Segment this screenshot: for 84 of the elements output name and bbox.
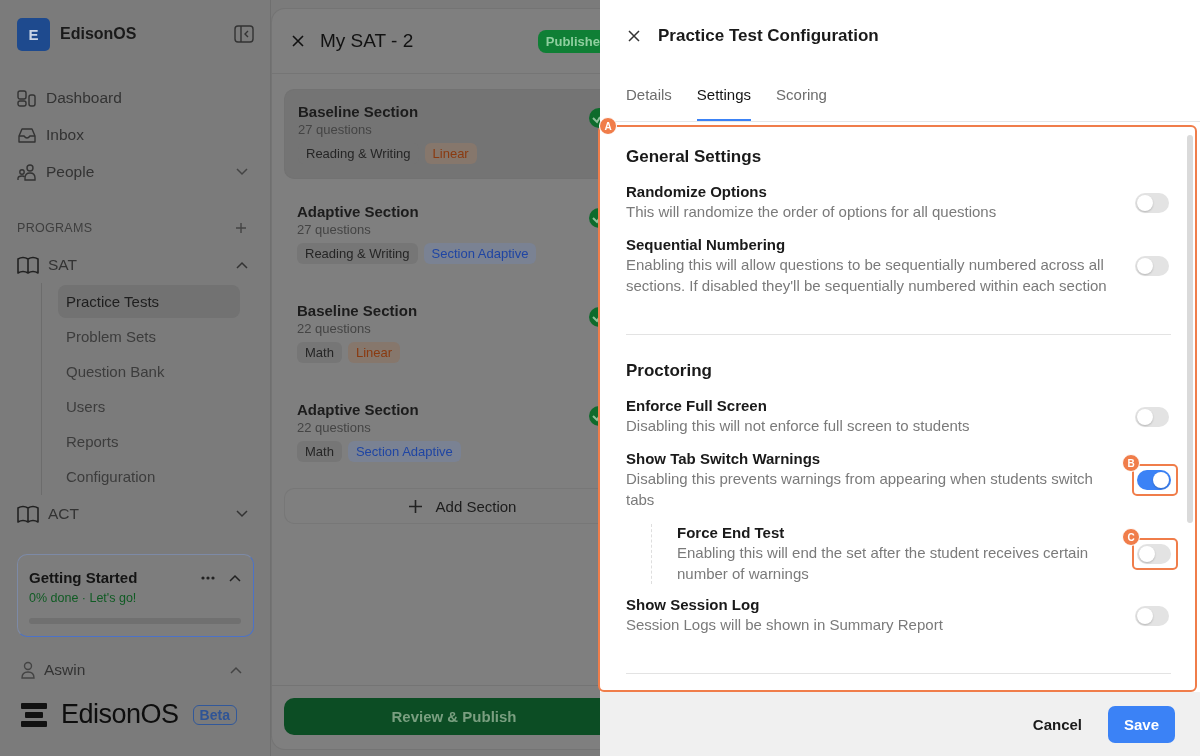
brand-wordmark: EdisonOS [61, 699, 179, 730]
program-item[interactable]: ACT [48, 504, 79, 523]
setting-description: Enabling this will end the set after the student receives certain number of warnings [677, 543, 1090, 584]
plus-icon[interactable] [236, 222, 246, 233]
toggle-switch[interactable] [1137, 544, 1171, 564]
chevron-up-icon[interactable] [236, 260, 248, 269]
beta-badge: Beta [192, 704, 237, 725]
plus-icon [408, 499, 422, 513]
toggle-switch[interactable] [1135, 192, 1169, 213]
sub-nav-item[interactable]: Practice Tests [58, 285, 240, 318]
section-title: Baseline Section [298, 103, 419, 120]
user-icon [21, 661, 35, 679]
more-icon[interactable] [201, 575, 215, 580]
tag: Linear [424, 143, 477, 164]
progress-text: 0% done · Let's go! [29, 591, 137, 605]
tag: Math [297, 441, 342, 462]
setting-description: This will randomize the order of options for all questions [626, 202, 997, 222]
toggle-switch[interactable] [1135, 256, 1169, 276]
section-title: Adaptive Section [297, 401, 419, 418]
setting-label: Sequential Numbering [626, 236, 786, 253]
setting-label: Force End Test [677, 524, 785, 541]
section-title: Adaptive Section [297, 203, 419, 220]
user-name[interactable]: Aswin [44, 661, 86, 679]
program-item[interactable]: SAT [48, 255, 77, 274]
tab[interactable]: Settings [696, 72, 752, 121]
card-title: Getting Started [29, 569, 139, 586]
nav-item[interactable]: Inbox [46, 125, 84, 144]
status-badge: Publishe [537, 29, 600, 53]
inbox-icon [17, 125, 37, 144]
setting-description: Disabling this will not enforce full screen to students [626, 416, 970, 436]
close-icon[interactable] [628, 30, 640, 42]
section-heading: General Settings [626, 147, 762, 167]
toggle-switch[interactable] [1137, 470, 1171, 490]
people-icon [17, 162, 37, 181]
setting-label: Randomize Options [626, 183, 767, 200]
sub-nav-item[interactable]: Reports [58, 425, 240, 458]
section-heading: Proctoring [626, 361, 712, 381]
setting-description: Session Logs will be shown in Summary Report [626, 615, 943, 635]
chevron-up-icon[interactable] [229, 573, 241, 582]
chevron-down-icon[interactable] [236, 167, 248, 176]
nav-item[interactable]: Dashboard [46, 88, 122, 107]
setting-label: Enforce Full Screen [626, 397, 767, 414]
review-publish-button[interactable]: Review & Publish [284, 698, 600, 735]
app-name: EdisonOS [60, 25, 137, 43]
dashboard-icon [17, 88, 37, 107]
setting-label: Show Tab Switch Warnings [626, 450, 821, 467]
question-count: 27 questions [297, 222, 371, 237]
sidebar-collapse-icon[interactable] [234, 25, 254, 43]
book-icon [17, 504, 39, 523]
setting-description: Disabling this prevents warnings from appearing when students switch tabs [626, 469, 1094, 510]
tag: Section Adaptive [347, 441, 461, 462]
question-count: 22 questions [297, 420, 371, 435]
app-logo-icon: E [17, 17, 50, 51]
sub-nav-item[interactable]: Configuration [58, 460, 240, 493]
section-title: Baseline Section [297, 302, 418, 319]
stack-logo-icon [21, 701, 47, 728]
annotation-badge: A [599, 117, 617, 135]
sub-nav-item[interactable]: Users [58, 390, 240, 423]
tag: Linear [347, 342, 401, 363]
save-button[interactable]: Save [1108, 705, 1175, 743]
toggle-switch[interactable] [1135, 605, 1169, 626]
chevron-down-icon[interactable] [236, 509, 248, 518]
setting-label: Show Session Log [626, 596, 760, 613]
sub-nav-item[interactable]: Question Bank [58, 355, 240, 388]
tag: Section Adaptive [423, 243, 537, 264]
setting-description: Enabling this will allow questions to be sequentially numbered across all sections. If disabled they'll be sequentially numbered within each section [626, 255, 1108, 296]
annotation-badge: C [1122, 528, 1140, 546]
tag: Reading & Writing [297, 243, 418, 264]
book-icon [17, 255, 39, 274]
sub-nav-item[interactable]: Problem Sets [58, 320, 240, 353]
tab[interactable]: Scoring [776, 72, 827, 121]
test-title: My SAT - 2 [320, 30, 414, 52]
tag: Math [297, 342, 342, 363]
toggle-switch[interactable] [1135, 406, 1169, 427]
cancel-button[interactable]: Cancel [1032, 707, 1082, 741]
annotation-badge: B [1122, 454, 1140, 472]
add-section-button[interactable]: Add Section [284, 488, 600, 524]
chevron-up-icon[interactable] [230, 666, 242, 674]
nav-item[interactable]: People [46, 162, 95, 181]
drawer-title: Practice Test Configuration [658, 26, 879, 46]
tab[interactable]: Details [626, 72, 672, 121]
question-count: 22 questions [297, 321, 371, 336]
section-heading: PROGRAMS [17, 220, 93, 235]
scrollbar-thumb[interactable] [1187, 135, 1193, 523]
